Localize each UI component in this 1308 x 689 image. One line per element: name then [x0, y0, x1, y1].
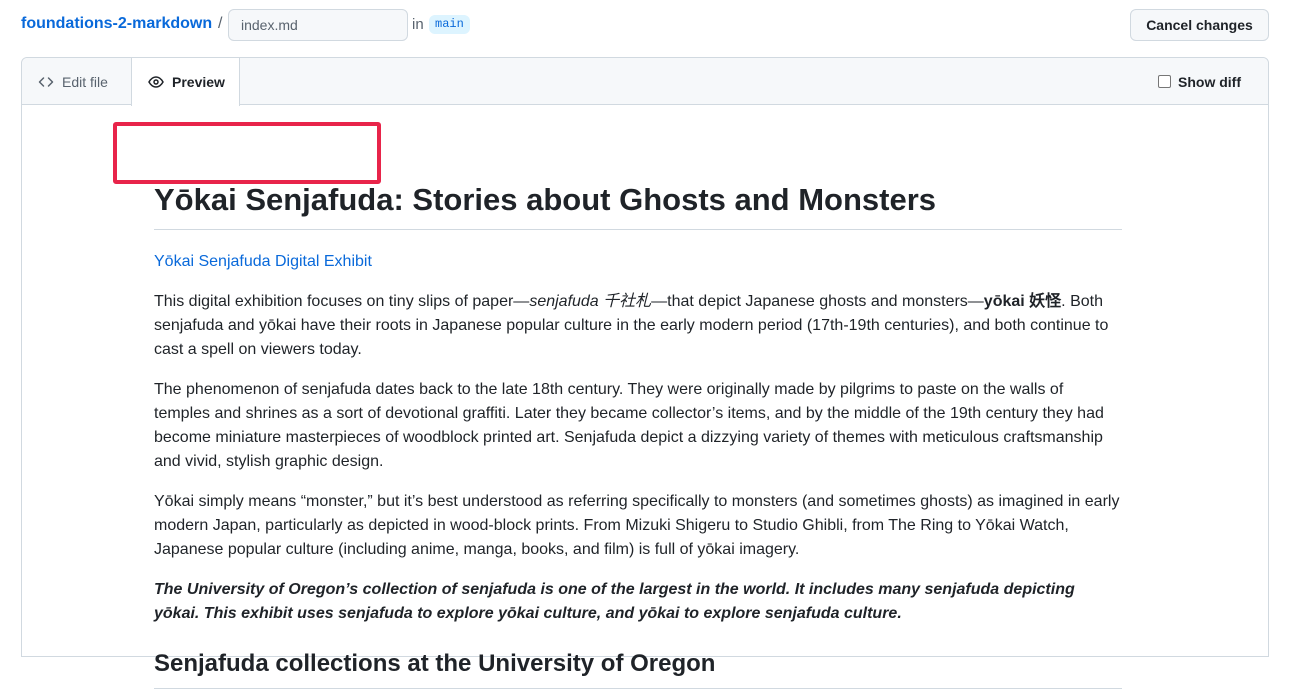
- eye-icon: [148, 76, 164, 88]
- editor-container: Edit file Preview Show diff Yōkai Senjaf…: [21, 57, 1269, 689]
- intro-text-a: This digital exhibition focuses on tiny …: [154, 293, 530, 310]
- editor-tabbar: Edit file Preview Show diff: [22, 58, 1268, 106]
- tab-preview-label: Preview: [172, 74, 225, 90]
- cancel-changes-button[interactable]: Cancel changes: [1130, 9, 1269, 41]
- senjafuda-term: senjafuda 千社札: [529, 293, 652, 310]
- collections-heading: Senjafuda collections at the University …: [154, 650, 1122, 689]
- intro-text-b: —that depict Japanese ghosts and monster…: [651, 293, 984, 310]
- tab-preview[interactable]: Preview: [131, 58, 240, 106]
- branch-badge: main: [429, 15, 470, 34]
- in-label: in: [412, 16, 424, 33]
- collection-paragraph: The University of Oregon’s collection of…: [154, 581, 1075, 622]
- filename-input[interactable]: [228, 9, 408, 41]
- show-diff-checkbox[interactable]: [1158, 75, 1171, 88]
- show-diff-label: Show diff: [1178, 73, 1241, 90]
- yokai-term: yōkai 妖怪: [983, 293, 1062, 310]
- editor-header: foundations-2-markdown / in main Cancel …: [0, 0, 1308, 50]
- preview-title: Yōkai Senjafuda: Stories about Ghosts an…: [154, 182, 1122, 231]
- path-separator: /: [218, 15, 223, 32]
- tab-edit-file[interactable]: Edit file: [22, 58, 132, 105]
- intro-paragraph: This digital exhibition focuses on tiny …: [154, 290, 1122, 362]
- tab-edit-file-label: Edit file: [62, 73, 108, 90]
- exhibit-link[interactable]: Yōkai Senjafuda Digital Exhibit: [154, 253, 372, 271]
- code-icon: [38, 76, 54, 87]
- history-paragraph: The phenomenon of senjafuda dates back t…: [154, 381, 1104, 470]
- yokai-paragraph: Yōkai simply means “monster,” but it’s b…: [154, 493, 1120, 558]
- repo-link[interactable]: foundations-2-markdown: [21, 15, 212, 33]
- show-diff-toggle[interactable]: Show diff: [1158, 58, 1268, 105]
